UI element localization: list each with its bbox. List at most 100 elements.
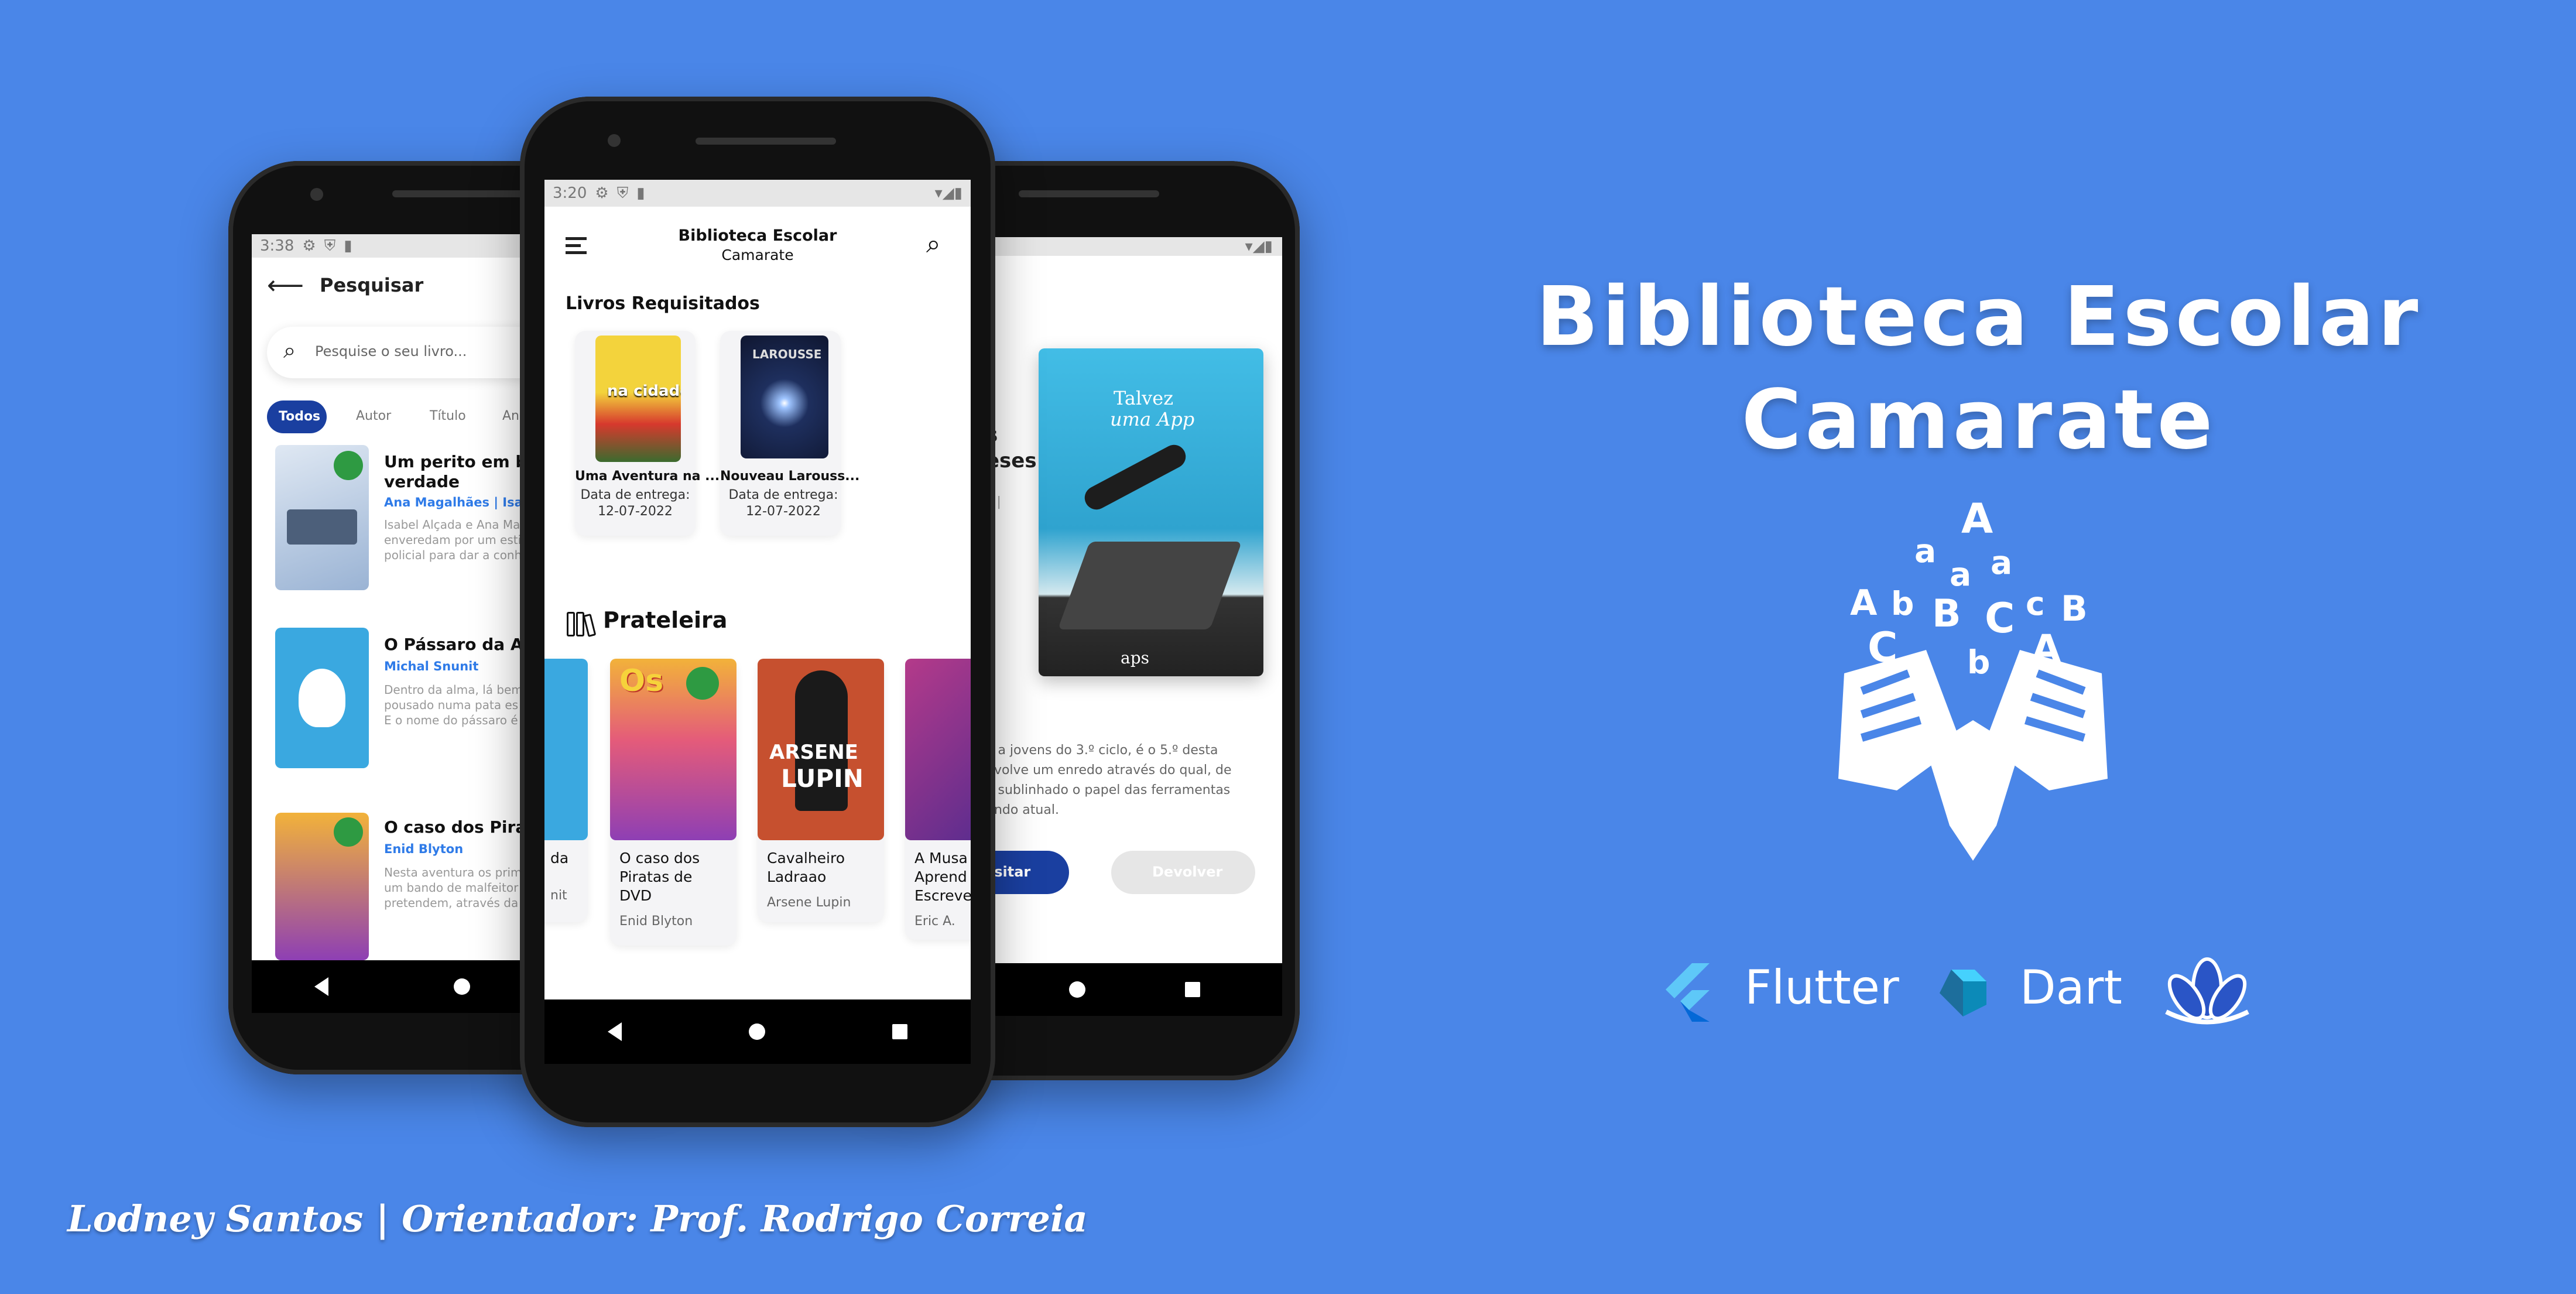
due-date-label: Data de entrega: xyxy=(728,488,838,502)
shelf-book-card[interactable]: A Musa Aprend Escreve Eric A. xyxy=(905,659,971,940)
requested-title: Uma Aventura na ... xyxy=(575,469,720,484)
svg-text:B: B xyxy=(1932,592,1961,636)
book-description: nvolve um enredo através do qual, de xyxy=(986,763,1232,778)
back-arrow-icon[interactable]: ⟵ xyxy=(267,271,304,300)
settings-icon: ⚙ xyxy=(595,184,609,202)
nav-home-icon[interactable] xyxy=(1069,981,1085,998)
book-cover-lupin: ARSENE LUPIN xyxy=(758,659,884,840)
book-cover-perito[interactable] xyxy=(275,445,369,590)
book-cover-musa xyxy=(905,659,971,840)
settings-icon: ⚙ xyxy=(302,237,316,255)
filter-autor[interactable]: Autor xyxy=(356,409,391,423)
svg-text:B: B xyxy=(2061,588,2088,629)
nav-back-icon[interactable] xyxy=(608,1022,622,1041)
shield-icon: ⛨ xyxy=(324,237,336,255)
shelf-book-card[interactable]: da nit xyxy=(544,659,588,922)
result-desc: enveredam por um estil xyxy=(384,533,525,547)
result-desc: pousado numa pata es xyxy=(384,698,519,712)
requested-title: Nouveau Larouss... xyxy=(720,469,860,484)
flying-letters: A a a a A b B C c B C b A xyxy=(1850,498,2088,681)
shelf-title: Aprend xyxy=(914,868,967,885)
credit-text: Lodney Santos | Orientador: Prof. Rodrig… xyxy=(67,1197,1088,1240)
status-time: 3:38 xyxy=(260,237,294,255)
nav-bar xyxy=(544,999,971,1064)
cover-text: uma App xyxy=(1110,408,1195,430)
book-cover-piratas[interactable] xyxy=(275,813,369,960)
filter-titulo[interactable]: Título xyxy=(430,409,466,423)
due-date: 12-07-2022 xyxy=(746,504,821,519)
phone-illustration xyxy=(1057,542,1242,629)
shelf-book-card[interactable]: Os O caso dos Piratas de DVD Enid Blyton xyxy=(610,659,737,946)
result-desc: um bando de malfeitor xyxy=(384,881,519,895)
nav-recent-icon[interactable] xyxy=(892,1024,907,1039)
dart-icon xyxy=(1940,970,1986,1016)
result-desc: pretendem, através da xyxy=(384,896,519,910)
book-cover-piratas: Os xyxy=(610,659,737,840)
wifi-icon: ▾◢▮ xyxy=(1245,238,1273,255)
shelf-title: Piratas de xyxy=(619,868,693,885)
result-title[interactable]: verdade xyxy=(384,472,460,491)
camera xyxy=(608,134,621,147)
camera xyxy=(310,188,323,201)
section-title-shelf: Prateleira xyxy=(603,607,728,633)
shelf-author: Enid Blyton xyxy=(619,914,693,929)
page-title: Pesquisar xyxy=(320,274,424,296)
shelf-title: Cavalheiro xyxy=(767,850,845,867)
sd-card-icon: ▮ xyxy=(344,237,352,255)
shelf-book-card[interactable]: ARSENE LUPIN Cavalheiro Ladraao Arsene L… xyxy=(758,659,884,922)
nav-recent-icon[interactable] xyxy=(1185,982,1200,997)
svg-text:c: c xyxy=(2026,585,2045,622)
requested-book-card[interactable]: LAROUSSE Nouveau Larouss... Data de entr… xyxy=(720,331,859,536)
shelf-title: Ladraao xyxy=(767,868,827,885)
requested-book-card[interactable]: na cidade Uma Aventura na ... Data de en… xyxy=(575,331,720,536)
book-cover-passaro[interactable] xyxy=(275,628,369,768)
nav-home-icon[interactable] xyxy=(454,978,470,995)
speaker xyxy=(696,138,836,145)
svg-text:a: a xyxy=(1991,544,2012,581)
result-desc: policial para dar a conh xyxy=(384,548,522,562)
svg-text:a: a xyxy=(1950,556,1971,593)
cover-text: Talvez xyxy=(1114,387,1174,409)
result-desc: Isabel Alçada e Ana Ma xyxy=(384,518,520,532)
cover-publisher: aps xyxy=(1121,648,1149,667)
shelf-title: Escreve xyxy=(914,887,971,904)
brand-subtitle: Camarate xyxy=(1741,372,2217,468)
book-description: undo atual. xyxy=(986,803,1059,817)
devolver-button[interactable]: Devolver xyxy=(1111,851,1255,894)
svg-text:b: b xyxy=(1967,643,1990,681)
filter-ano[interactable]: An xyxy=(502,409,519,423)
flutter-icon xyxy=(1666,963,1710,1022)
brand-title: Biblioteca Escolar xyxy=(1536,269,2422,365)
speaker xyxy=(392,190,533,197)
lotus-icon xyxy=(2165,957,2249,1025)
status-bar: 3:20 ⚙ ⛨ ▮ ▾◢▮ xyxy=(544,180,971,207)
sd-card-icon: ▮ xyxy=(636,184,645,202)
result-author: Ana Magalhães | Isab xyxy=(384,495,532,509)
svg-text:A: A xyxy=(1961,498,1993,543)
app-subtitle: Camarate xyxy=(721,247,794,263)
filter-todos[interactable]: Todos xyxy=(267,400,327,433)
tech-label-dart: Dart xyxy=(2020,960,2122,1015)
shelf-author: nit xyxy=(550,888,567,903)
shelf-title: O caso dos xyxy=(619,850,700,867)
due-date: 12-07-2022 xyxy=(598,504,673,519)
signal-icon: ▾◢▮ xyxy=(934,184,962,202)
svg-text:a: a xyxy=(1914,532,1936,570)
filter-label: Todos xyxy=(279,409,321,424)
center-phone: 3:20 ⚙ ⛨ ▮ ▾◢▮ Biblioteca Escolar Camara… xyxy=(520,97,995,1127)
app-title: Biblioteca Escolar xyxy=(678,227,837,245)
shelf-author: Eric A. xyxy=(914,914,955,929)
result-desc: E o nome do pássaro é xyxy=(384,713,518,727)
speaker xyxy=(1019,190,1159,197)
nav-home-icon[interactable] xyxy=(748,1023,765,1040)
nav-back-icon[interactable] xyxy=(314,977,328,996)
search-placeholder: Pesquise o seu livro... xyxy=(315,343,467,360)
status-time: 3:20 xyxy=(553,184,587,202)
due-date-label: Data de entrega: xyxy=(580,488,690,502)
book-cover-passaro xyxy=(544,659,588,840)
button-label: Devolver xyxy=(1152,864,1223,880)
book-cover-larousse: LAROUSSE xyxy=(741,336,828,458)
book-cover-talvez-uma-app: Talvez uma App aps xyxy=(1039,348,1263,676)
shelf-author: Arsene Lupin xyxy=(767,895,851,910)
search-icon[interactable]: ⌕ xyxy=(926,229,941,259)
